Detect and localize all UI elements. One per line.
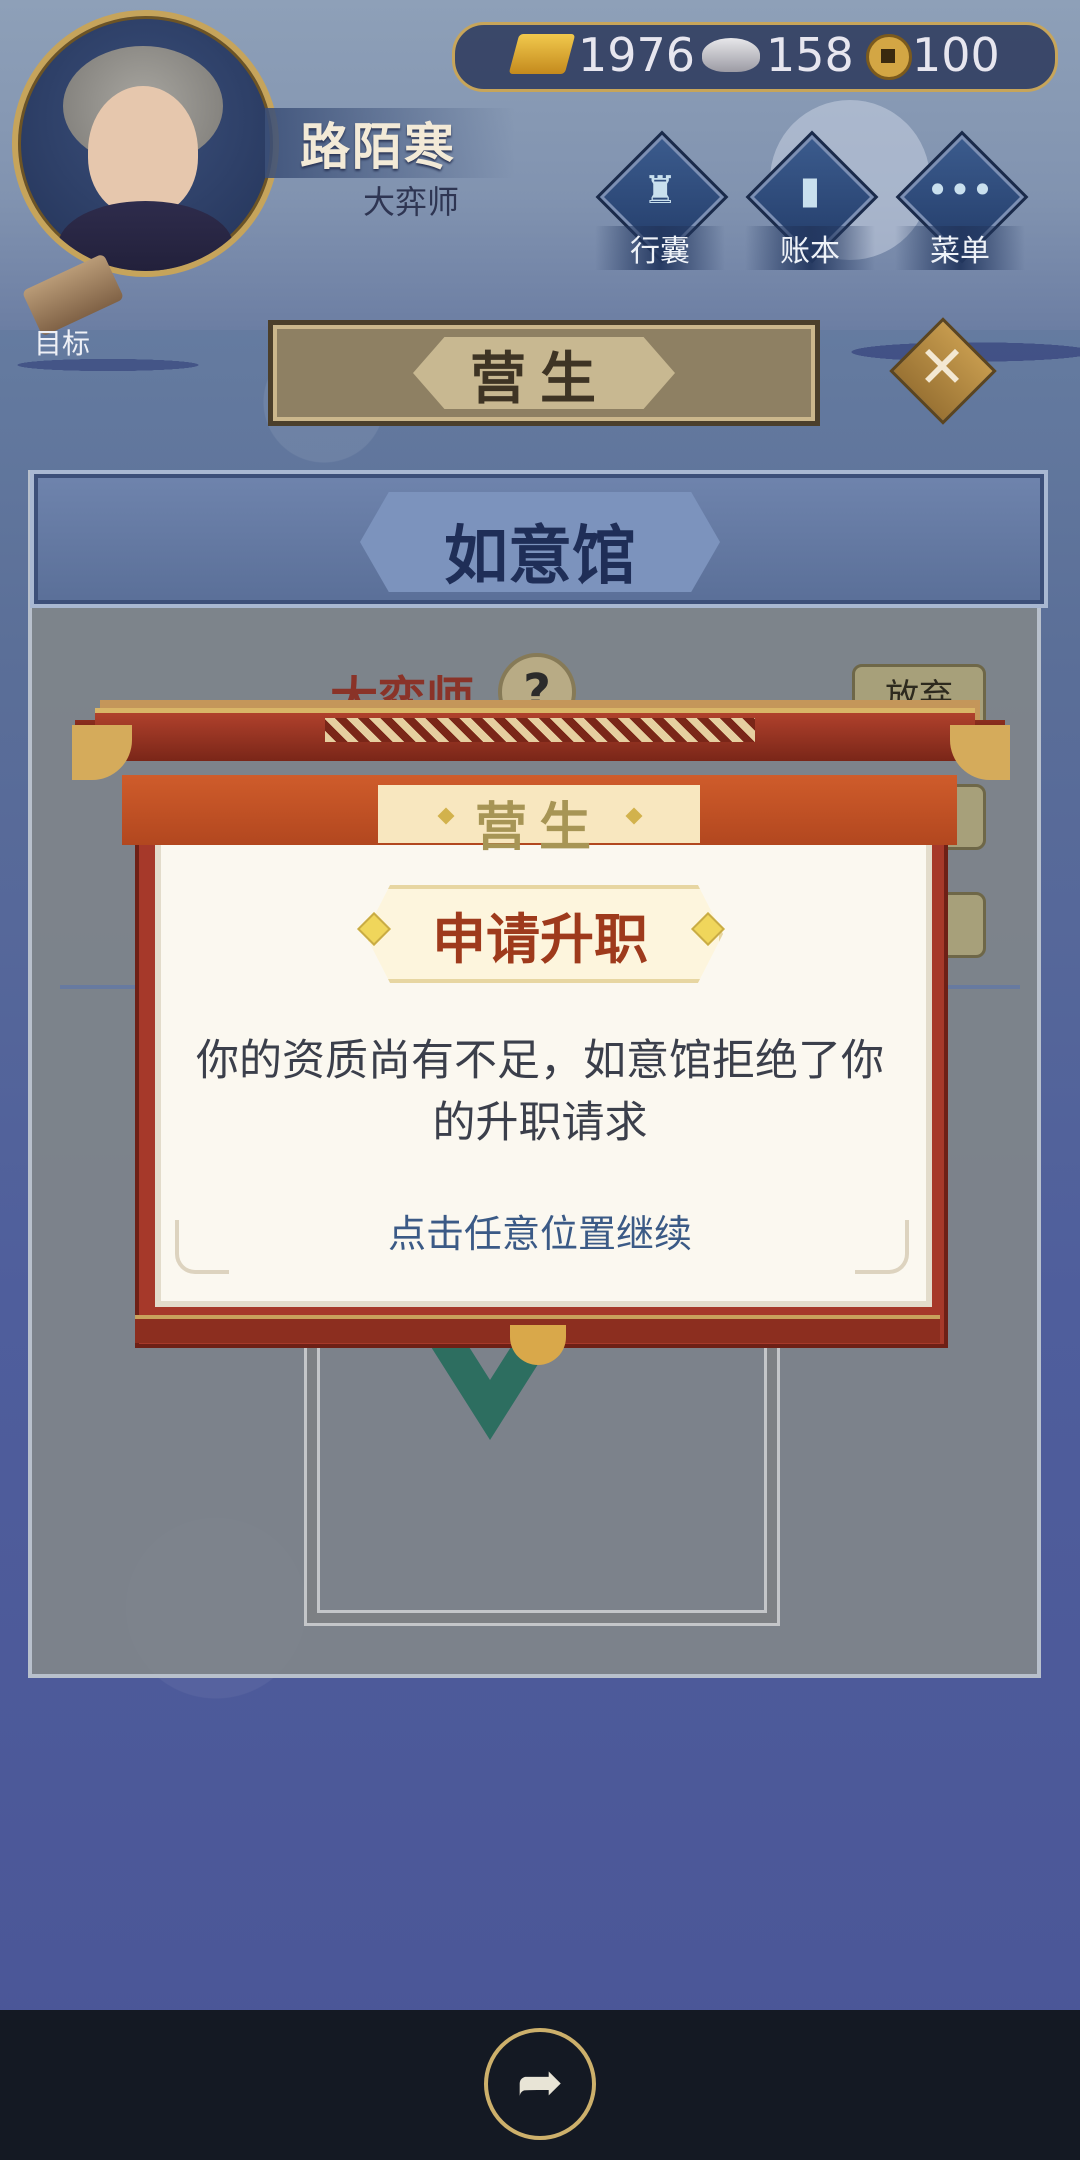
player-name: 路陌寒 <box>300 118 456 176</box>
menu-label-more: 菜单 <box>895 226 1025 270</box>
share-button[interactable]: ➦ <box>484 2028 596 2140</box>
player-title: 大弈师 <box>363 183 460 221</box>
menu-button-more[interactable]: ••• 菜单 <box>895 130 1029 270</box>
dialog-tag-text: 营生 <box>474 798 603 858</box>
continue-hint[interactable]: 点击任意位置继续 <box>175 1203 905 1258</box>
close-icon: ✕ <box>917 333 967 401</box>
bag-icon: ♜ <box>642 168 678 212</box>
gold-amount: 1976 <box>578 28 696 82</box>
close-button[interactable]: ✕ <box>889 317 997 425</box>
more-icon: ••• <box>926 168 994 212</box>
corner-ornament <box>855 1220 909 1274</box>
dialog-message: 你的资质尚有不足，如意馆拒绝了你的升职请求 <box>196 1036 884 1148</box>
gold-ingot-icon <box>508 34 576 74</box>
silver-amount: 158 <box>766 28 854 82</box>
share-icon: ➦ <box>516 2050 564 2115</box>
menu-label-bag: 行囊 <box>595 226 725 270</box>
player-avatar[interactable] <box>12 10 279 277</box>
ledger-icon: ▮ <box>799 168 821 212</box>
menu-label-ledger: 账本 <box>745 226 875 270</box>
copper-coin-icon <box>866 34 912 80</box>
dialog-title: 申请升职 <box>432 908 648 971</box>
corner-ornament <box>175 1220 229 1274</box>
banner-title: 如意馆 <box>444 520 636 594</box>
menu-button-bag[interactable]: ♜ 行囊 <box>595 130 729 270</box>
coin-amount: 100 <box>912 28 1000 82</box>
avatar-face <box>88 86 198 216</box>
section-title: 营生 <box>470 347 610 412</box>
menu-button-ledger[interactable]: ▮ 账本 <box>745 130 879 270</box>
target-label[interactable]: 目标 <box>34 322 90 362</box>
dialog-lattice <box>325 718 755 742</box>
silver-ingot-icon <box>702 38 760 72</box>
